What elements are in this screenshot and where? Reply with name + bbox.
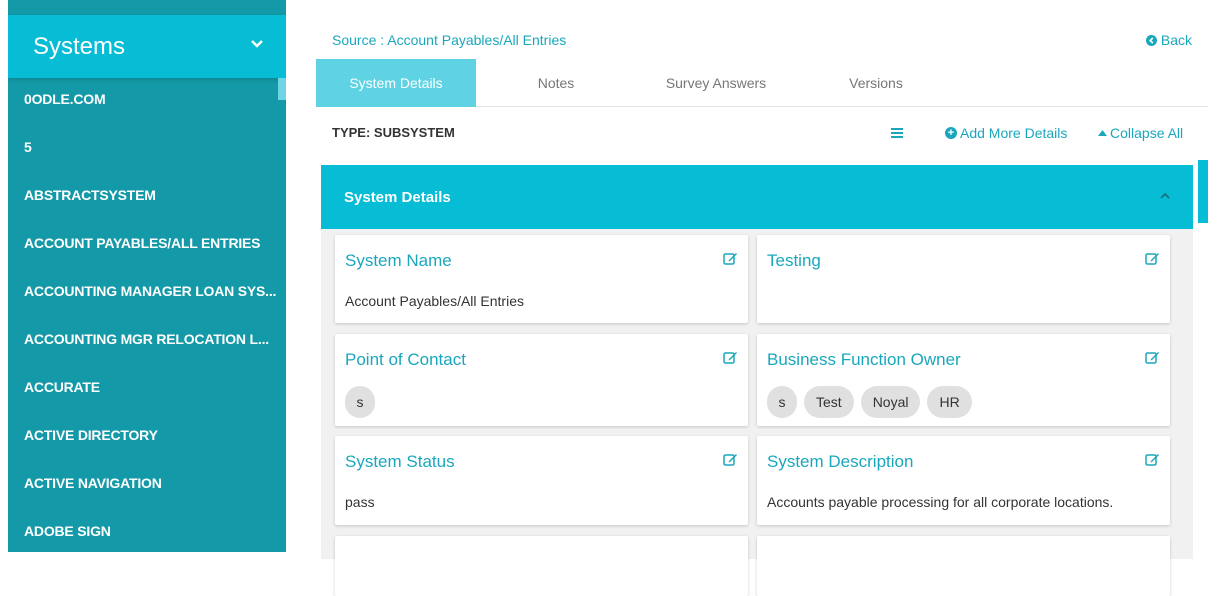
sidebar-item[interactable]: ACTIVE NAVIGATION [8,459,286,507]
sidebar: Systems 0ODLE.COM 5 ABSTRACTSYSTEM ACCOU… [8,0,286,552]
sidebar-item[interactable]: ACCURATE [8,363,286,411]
back-link[interactable]: Back [1145,32,1192,48]
section-title: System Details [344,188,451,206]
chevron-down-icon[interactable] [250,37,264,51]
sidebar-scrollbar[interactable] [278,78,286,100]
section-body: System Name Account Payables/All Entries… [321,229,1193,596]
card-title: Business Function Owner [767,350,961,369]
card-system-status: System Status pass [335,436,748,525]
tab-system-details[interactable]: System Details [316,59,476,107]
owner-chip[interactable]: HR [927,386,972,418]
owner-chip[interactable]: Test [804,386,854,418]
type-label: TYPE: SUBSYSTEM [332,125,455,140]
card-business-function-owner: Business Function Owner s Test Noyal HR [757,334,1170,426]
back-label: Back [1160,32,1192,48]
edit-icon[interactable] [1145,452,1160,466]
card-value: Accounts payable processing for all corp… [767,494,1114,510]
card-partial [335,536,748,596]
tab-notes[interactable]: Notes [476,59,636,107]
sidebar-header[interactable]: Systems [8,15,286,78]
chip-list: s Test Noyal HR [767,386,972,418]
chevron-left-circle-icon [1145,34,1157,46]
edit-icon[interactable] [723,452,738,466]
sidebar-item[interactable]: 0ODLE.COM [8,75,286,123]
card-partial [757,536,1170,596]
card-title: Point of Contact [345,350,466,369]
collapse-all-label: Collapse All [1110,125,1184,141]
collapse-all-button[interactable]: Collapse All [1098,125,1183,141]
edit-icon[interactable] [1145,350,1160,364]
sidebar-item[interactable]: ADOBE SIGN [8,507,286,552]
edit-icon[interactable] [723,350,738,364]
chevron-up-icon[interactable] [1159,191,1171,201]
card-title: System Status [345,452,455,471]
card-testing: Testing [757,235,1170,323]
sidebar-item[interactable]: ABSTRACTSYSTEM [8,171,286,219]
edit-icon[interactable] [723,251,738,265]
caret-up-icon [1098,130,1107,136]
sidebar-item[interactable]: ACCOUNT PAYABLES/ALL ENTRIES [8,219,286,267]
sidebar-list: 0ODLE.COM 5 ABSTRACTSYSTEM ACCOUNT PAYAB… [8,75,286,552]
card-title: System Name [345,251,452,270]
add-more-details-button[interactable]: + Add More Details [945,125,1067,141]
sidebar-item[interactable]: ACTIVE DIRECTORY [8,411,286,459]
breadcrumb[interactable]: Source : Account Payables/All Entries [332,32,566,48]
card-value: pass [345,494,375,510]
card-system-name: System Name Account Payables/All Entries [335,235,748,323]
main-content: Source : Account Payables/All Entries Ba… [316,0,1208,596]
plus-circle-icon: + [945,127,957,139]
owner-chip[interactable]: s [767,386,797,418]
card-title: Testing [767,251,821,270]
sidebar-item[interactable]: ACCOUNTING MGR RELOCATION L... [8,315,286,363]
card-system-description: System Description Accounts payable proc… [757,436,1170,525]
sidebar-item[interactable]: 5 [8,123,286,171]
tab-survey-answers[interactable]: Survey Answers [636,59,796,107]
tab-bar: System Details Notes Survey Answers Vers… [316,59,1208,107]
owner-chip[interactable]: Noyal [860,386,921,418]
section-header[interactable]: System Details [321,165,1193,229]
content-scrollbar[interactable] [1198,160,1208,223]
sidebar-title: Systems [33,32,126,60]
chip-list: s [345,386,375,418]
contact-chip[interactable]: s [345,386,375,418]
edit-icon[interactable] [1145,251,1160,265]
hamburger-icon[interactable] [890,127,904,139]
add-more-details-label: Add More Details [960,125,1068,141]
tab-versions[interactable]: Versions [796,59,956,107]
sidebar-item[interactable]: ACCOUNTING MANAGER LOAN SYS... [8,267,286,315]
card-title: System Description [767,452,914,471]
card-point-of-contact: Point of Contact s [335,334,748,426]
card-value: Account Payables/All Entries [345,293,524,309]
